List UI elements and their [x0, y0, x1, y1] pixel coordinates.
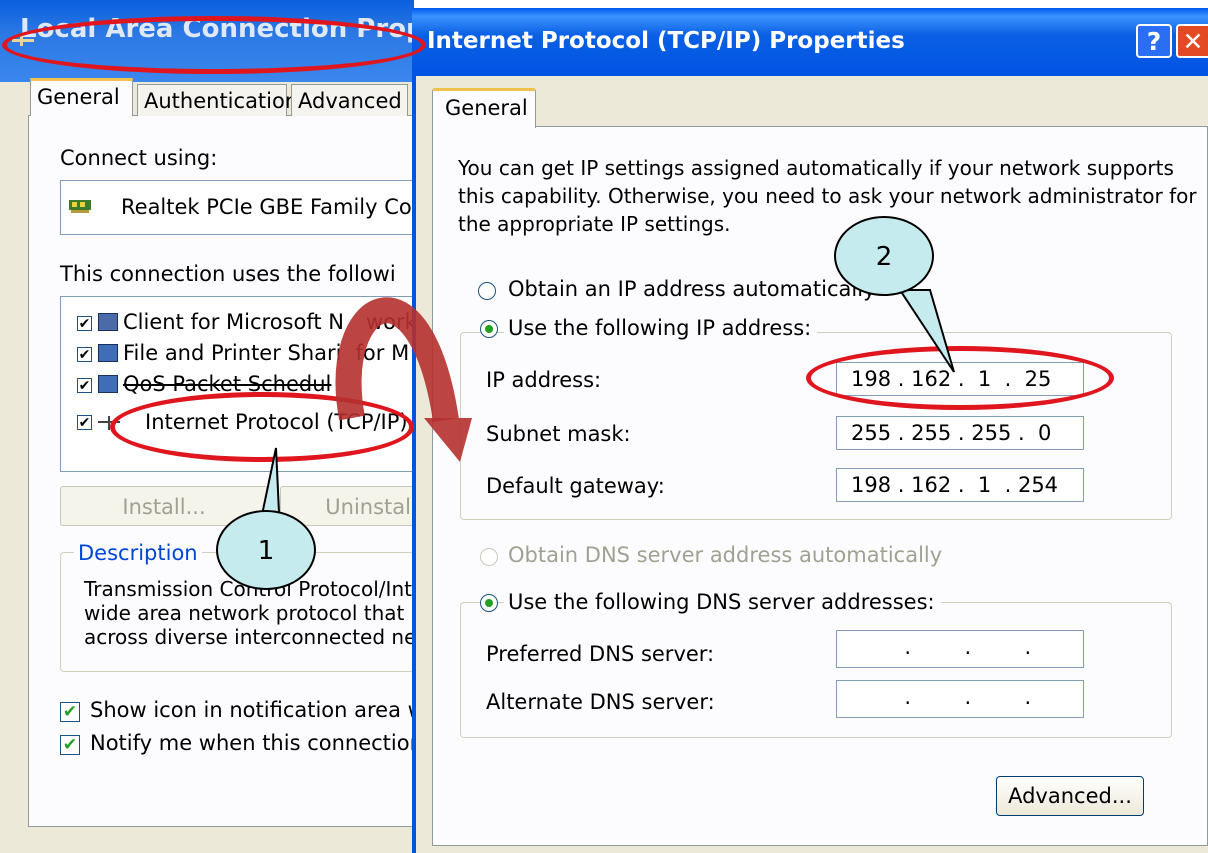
component-checkbox[interactable]: ✔: [77, 415, 92, 430]
component-label[interactable]: File and Printer Shari for M: [123, 341, 409, 365]
highlight-tcpip-item: [110, 392, 414, 462]
close-button[interactable]: ✕: [1176, 24, 1208, 58]
alternate-dns-label: Alternate DNS server:: [486, 690, 715, 714]
intro-text-line: the appropriate IP settings.: [458, 212, 731, 236]
default-gateway-label: Default gateway:: [486, 474, 665, 498]
use-following-ip-label: Use the following IP address:: [504, 316, 818, 340]
preferred-dns-label: Preferred DNS server:: [486, 642, 715, 666]
adapter-field: Realtek PCIe GBE Family Cont: [60, 180, 433, 235]
obtain-ip-auto-label: Obtain an IP address automatically: [508, 277, 876, 301]
ip-address-label: IP address:: [486, 368, 602, 392]
tab-advanced[interactable]: Advanced: [291, 84, 408, 116]
client-network-icon: [98, 313, 118, 331]
adapter-name: Realtek PCIe GBE Family Cont: [121, 195, 434, 219]
alternate-dns-input[interactable]: . . .: [836, 680, 1084, 718]
components-label: This connection uses the followiite: [60, 262, 443, 286]
use-following-dns-label: Use the following DNS server addresses:: [504, 590, 941, 614]
network-adapter-icon: [69, 200, 91, 213]
obtain-dns-auto-label: Obtain DNS server address automatically: [508, 543, 943, 567]
connect-using-label: Connect using:: [60, 146, 218, 170]
window-title: Internet Protocol (TCP/IP) Properties: [427, 28, 905, 54]
callout-1: 1: [216, 510, 316, 590]
preferred-dns-input[interactable]: . . .: [836, 630, 1084, 668]
notify-checkbox[interactable]: ✔: [60, 735, 80, 755]
description-title: Description: [74, 541, 202, 565]
subnet-mask-input[interactable]: 255 . 255 . 255 . 0: [836, 416, 1084, 450]
description-line: wide area network protocol that pro: [84, 601, 444, 625]
obtain-ip-auto-radio[interactable]: [478, 282, 496, 300]
default-gateway-input[interactable]: 198 . 162 . 1 . 254: [836, 468, 1084, 502]
intro-text-line: this capability. Otherwise, you need to …: [458, 184, 1197, 208]
tab-general[interactable]: General: [432, 88, 536, 128]
tab-authentication[interactable]: Authentication: [137, 84, 298, 116]
highlight-window-title: [2, 16, 426, 74]
advanced-button[interactable]: Advanced...: [996, 776, 1144, 816]
file-printer-sharing-icon: [98, 344, 118, 362]
show-icon-checkbox[interactable]: ✔: [60, 702, 80, 722]
uninstall-button[interactable]: Uninstal: [280, 486, 420, 526]
notify-label: Notify me when this connection ha: [90, 731, 456, 755]
use-following-dns-radio[interactable]: [480, 594, 498, 612]
tab-general[interactable]: General: [30, 78, 133, 116]
use-following-ip-radio[interactable]: [480, 320, 498, 338]
component-checkbox[interactable]: ✔: [77, 378, 92, 393]
description-line: across diverse interconnected netw: [84, 625, 441, 649]
callout-2: 2: [834, 216, 934, 296]
qos-scheduler-icon: [98, 375, 118, 393]
obtain-dns-auto-radio[interactable]: [480, 548, 498, 566]
show-icon-label: Show icon in notification area whe: [90, 698, 452, 722]
component-checkbox[interactable]: ✔: [77, 347, 92, 362]
intro-text-line: You can get IP settings assigned automat…: [458, 156, 1174, 180]
component-checkbox[interactable]: ✔: [77, 316, 92, 331]
subnet-mask-label: Subnet mask:: [486, 422, 631, 446]
component-label[interactable]: Client for Microsoft Nworks: [123, 310, 428, 334]
highlight-ip-address: [806, 346, 1114, 410]
help-button[interactable]: ?: [1136, 24, 1172, 58]
